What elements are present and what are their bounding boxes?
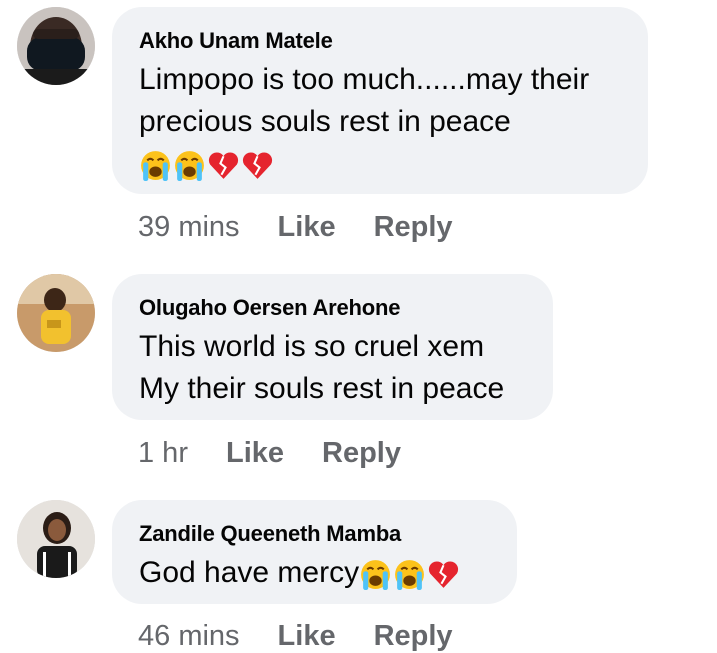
comment-bubble: Akho Unam Matele Limpopo is too much....… [112,7,648,194]
like-button[interactable]: Like [226,437,284,470]
loudly-crying-face-icon [361,559,391,590]
comment-timestamp[interactable]: 46 mins [138,620,240,653]
emoji-group [139,149,275,182]
broken-heart-icon [242,152,273,179]
comment-bubble: Zandile Queeneth Mamba God have mercy [112,500,517,604]
reply-button[interactable]: Reply [374,211,453,244]
comment-text-line: My their souls rest in peace [139,372,505,405]
broken-heart-icon [208,152,239,179]
loudly-crying-face-icon [395,559,425,590]
comment-meta: 46 mins Like Reply [138,620,491,653]
comment-meta: 1 hr Like Reply [138,437,439,470]
reply-button[interactable]: Reply [322,437,401,470]
like-button[interactable]: Like [278,211,336,244]
comment-text-line: God have mercy [139,556,360,589]
comment-timestamp[interactable]: 39 mins [138,211,240,244]
comment-text-line: This world is so cruel xem [139,330,485,363]
loudly-crying-face-icon [141,150,170,181]
comment-author[interactable]: Olugaho Oersen Arehone [139,294,526,322]
comment-author[interactable]: Zandile Queeneth Mamba [139,520,490,548]
loudly-crying-face-icon [175,150,204,181]
comment-author[interactable]: Akho Unam Matele [139,27,621,55]
comment-meta: 39 mins Like Reply [138,211,491,244]
comment-text-line: Limpopo is too much......may their [139,63,590,96]
avatar[interactable] [17,274,95,352]
reply-button[interactable]: Reply [374,620,453,653]
comment-text-line: precious souls rest in peace [139,105,511,138]
comment-bubble: Olugaho Oersen Arehone This world is so … [112,274,553,420]
comment-timestamp[interactable]: 1 hr [138,437,188,470]
emoji-group [359,558,461,591]
broken-heart-icon [429,561,459,588]
like-button[interactable]: Like [278,620,336,653]
avatar[interactable] [17,500,95,578]
avatar[interactable] [17,7,95,85]
